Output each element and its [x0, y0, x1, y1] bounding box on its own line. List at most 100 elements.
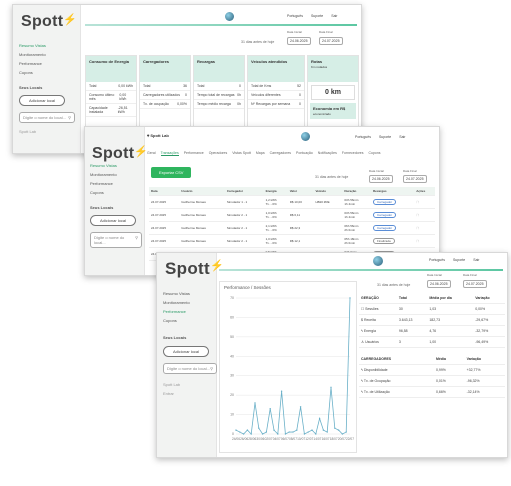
- add-location-button[interactable]: Adicionar local: [19, 95, 65, 106]
- location-search-input[interactable]: Digite o nome do local... ⚲: [163, 363, 217, 374]
- nav-cupons[interactable]: Cupons: [19, 68, 75, 77]
- nav-performance[interactable]: Performance: [19, 59, 75, 68]
- exit-link[interactable]: Sair: [473, 258, 479, 262]
- tab-performance[interactable]: Performance: [184, 151, 204, 156]
- x-tick-label: 24/06: [232, 437, 240, 441]
- nav-monitoramento[interactable]: Monitoramento: [19, 50, 75, 59]
- card-row: Consumo último mês 0,00 kWh: [86, 91, 136, 104]
- kpi-row: ϟ Tx. de Ocupação 0,01% -96,32%: [359, 375, 505, 387]
- sidebar-footer-2[interactable]: Entrar: [163, 389, 217, 398]
- exit-link[interactable]: Sair: [399, 135, 405, 139]
- kpi-avg: 1,00: [427, 336, 474, 348]
- x-tick-label: 26/06: [240, 437, 248, 441]
- kpi-icon: ♙: [361, 340, 365, 344]
- col-header[interactable]: Valor: [287, 187, 314, 196]
- location-search-input[interactable]: Digite o nome do local... ⚲: [90, 232, 142, 248]
- tab-pontuacao[interactable]: Pontuação: [296, 151, 313, 156]
- x-tick-label: 02/07: [265, 437, 273, 441]
- tab-carregadores[interactable]: Carregadores: [270, 151, 291, 156]
- data-point: [246, 429, 249, 431]
- nav-cupons[interactable]: Cupons: [163, 316, 217, 325]
- language-select[interactable]: Português: [429, 258, 445, 262]
- status-chip[interactable]: Finalizada: [373, 238, 395, 244]
- nav-monitoramento[interactable]: Monitoramento: [163, 298, 217, 307]
- tab-geral[interactable]: Geral: [147, 151, 156, 156]
- card-row: Tx. de ocupação 0,00%: [140, 100, 190, 109]
- kpi-avg: 4,76: [427, 325, 474, 337]
- data-point: [318, 417, 321, 420]
- col-header[interactable]: Usuário: [179, 187, 225, 196]
- data-point: [250, 433, 252, 435]
- nav-resumo[interactable]: Resumo Vistas: [90, 161, 142, 170]
- nav-monitoramento[interactable]: Monitoramento: [90, 170, 142, 179]
- document-icon[interactable]: 🗎: [414, 195, 435, 209]
- tab-operadores[interactable]: Operadores: [209, 151, 227, 156]
- tab-transacoes[interactable]: Transações: [160, 151, 179, 156]
- support-link[interactable]: Suporte: [379, 135, 391, 139]
- document-icon[interactable]: 🗎: [414, 234, 435, 248]
- col-header[interactable]: Veículo: [313, 187, 343, 196]
- x-tick-label: 08/07: [289, 437, 297, 441]
- sessions-line-chart: 0 10 20 30 40 50 60 70 24/06 26/06 28/06 30/06 02/07…: [230, 296, 354, 441]
- status-chip[interactable]: Carregador: [373, 212, 397, 218]
- recharges-card-title: Recargas: [194, 56, 244, 82]
- end-date-input[interactable]: 24.07.2025: [463, 280, 487, 288]
- start-date-input[interactable]: 24.06.2025: [369, 175, 393, 183]
- col-header[interactable]: Energia: [263, 187, 288, 196]
- nav-performance[interactable]: Performance: [163, 307, 217, 316]
- start-label: Data Inicial: [287, 30, 302, 34]
- tab-mapa[interactable]: Mapa: [256, 151, 265, 156]
- col-header[interactable]: Data: [149, 187, 180, 196]
- exit-link[interactable]: Sair: [331, 14, 337, 18]
- end-date-input[interactable]: 24.07.2025: [319, 37, 343, 45]
- start-date-input[interactable]: 24.06.2025: [287, 37, 311, 45]
- kpi-label: ♙ Usuários: [359, 336, 397, 348]
- col-header[interactable]: Recargas: [371, 187, 415, 196]
- status-chip[interactable]: Carregador: [373, 199, 397, 205]
- export-csv-button[interactable]: Exportar CSV: [151, 167, 192, 178]
- tab-vistas[interactable]: Vistas Spott: [232, 151, 251, 156]
- tab-cupons[interactable]: Cupons: [368, 151, 380, 156]
- data-point: [315, 433, 317, 435]
- col-header[interactable]: Duração: [342, 187, 371, 196]
- location-search-input[interactable]: Digite o nome do local... ⚲: [19, 112, 75, 123]
- add-location-button[interactable]: Adicionar local: [90, 215, 136, 226]
- table-row[interactable]: 24.07.2025Guilherme MoraesSimulador 2 - …: [149, 208, 435, 222]
- table-row[interactable]: 24.07.2025 Guilherme Moraes Simulador 1 - …: [149, 195, 435, 209]
- table-row[interactable]: 24.07.2025Guilherme MoraesSimulador 2 - …: [149, 221, 435, 235]
- kpi-avg: 0,01%: [433, 375, 465, 387]
- start-date-input[interactable]: 24.06.2025: [427, 280, 451, 288]
- nav-cupons[interactable]: Cupons: [90, 188, 142, 197]
- data-point: [311, 429, 313, 431]
- end-date-input[interactable]: 24.07.2025: [403, 175, 427, 183]
- tab-notificacoes[interactable]: Notificações: [318, 151, 337, 156]
- document-icon[interactable]: 🗎: [414, 208, 435, 222]
- status-chip[interactable]: Carregador: [373, 225, 397, 231]
- table-cell: Guilherme Moraes: [179, 221, 225, 235]
- col-header[interactable]: Carregador: [224, 187, 264, 196]
- nav-performance[interactable]: Performance: [90, 179, 142, 188]
- sidebar: Spott⚡ Resumo Vistas Monitoramento Perfo…: [157, 253, 224, 457]
- kpi-row: ϟ Energia 96,58 4,76 -32,79%: [359, 325, 505, 337]
- add-location-button[interactable]: Adicionar local: [163, 346, 209, 357]
- language-select[interactable]: Português: [355, 135, 371, 139]
- document-icon[interactable]: 🗎: [414, 221, 435, 235]
- tab-fornecedores[interactable]: Fornecedores: [342, 151, 364, 156]
- col-header[interactable]: Ações: [414, 187, 435, 196]
- kpi-avg: 0,66%: [433, 386, 465, 398]
- kpi-label: ϟ Tx. de Utilização: [359, 386, 434, 398]
- table-row[interactable]: 24.07.2025Guilherme MoraesSimulador 2 - …: [149, 234, 435, 248]
- y-tick-label: 20: [230, 393, 234, 397]
- support-link[interactable]: Suporte: [311, 14, 323, 18]
- language-select[interactable]: Português: [287, 14, 303, 18]
- y-tick-label: 30: [230, 374, 234, 378]
- table-cell: 1,0 kWh Tx. - 0%: [263, 234, 288, 248]
- x-tick-label: 06/07: [281, 437, 289, 441]
- kpi-avg: 182,73: [427, 314, 474, 326]
- table-cell: Guilherme Moraes: [179, 208, 225, 222]
- data-point: [334, 427, 336, 429]
- support-link[interactable]: Suporte: [453, 258, 465, 262]
- card-row: Nº Recargas por semana 0: [248, 100, 304, 109]
- nav-resumo[interactable]: Resumo Vistas: [163, 289, 217, 298]
- nav-resumo[interactable]: Resumo Vistas: [19, 41, 75, 50]
